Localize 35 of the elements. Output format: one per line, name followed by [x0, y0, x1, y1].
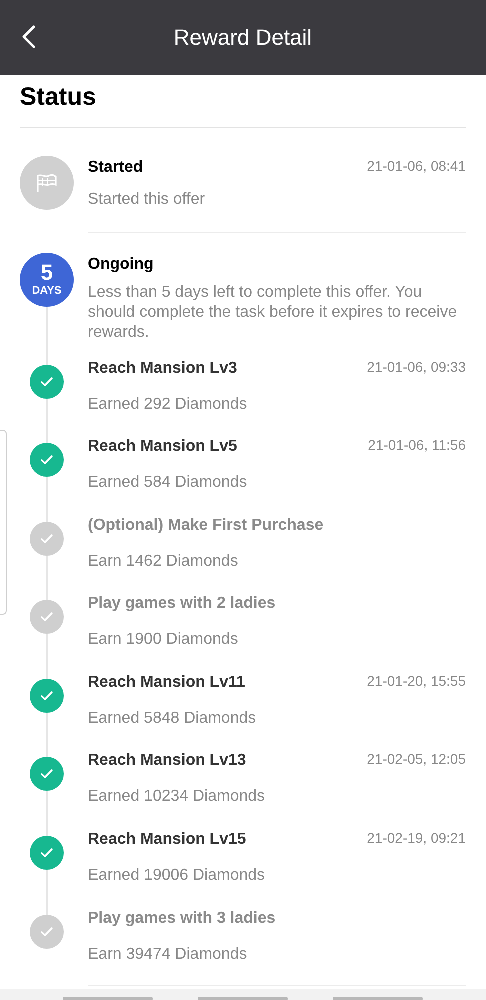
flag-icon: [20, 156, 74, 210]
step-title: Reach Mansion Lv15: [88, 830, 246, 850]
timestamp: 21-01-06, 09:33: [367, 358, 466, 376]
step-title: Reach Mansion Lv11: [88, 672, 246, 693]
reward-text: Earn 1462 Diamonds: [88, 552, 240, 572]
step-description: Less than 5 days left to complete this offer. You should complete the task before it expires to receive rewards.: [88, 282, 458, 342]
reward-text: Earned 584 Diamonds: [88, 473, 248, 494]
step-title: Play games with 2 ladies: [88, 594, 276, 614]
step-title: Started: [88, 158, 144, 178]
reward-text: Earn 1900 Diamonds: [88, 630, 240, 650]
nav-pill[interactable]: [198, 997, 288, 1000]
step-title: Reach Mansion Lv13: [88, 751, 246, 772]
timestamp: 21-01-06, 11:56: [368, 436, 466, 456]
days-number: 5: [40, 262, 54, 284]
nav-pill[interactable]: [333, 997, 424, 1000]
timestamp: 21-02-19, 09:21: [367, 829, 466, 848]
section-title: Status: [20, 82, 98, 113]
reward-text: Earned 5848 Diamonds: [88, 708, 258, 729]
days-unit: DAYS: [32, 286, 62, 297]
reward-text: Earned 292 Diamonds: [88, 394, 248, 414]
step-description: Started this offer: [88, 190, 206, 210]
step-title: Reach Mansion Lv5: [88, 437, 238, 458]
timestamp: 21-01-20, 15:55: [367, 672, 466, 691]
step-title: Ongoing: [88, 254, 155, 274]
step-title: Play games with 3 ladies: [88, 908, 276, 929]
back-icon[interactable]: [20, 24, 38, 50]
timestamp: 21-01-06, 08:41: [367, 156, 466, 176]
reward-text: Earn 39474 Diamonds: [88, 944, 248, 965]
step-title: Reach Mansion Lv3: [88, 358, 238, 378]
timestamp: 21-02-05, 12:05: [367, 750, 466, 770]
page-title: Reward Detail: [174, 24, 312, 52]
reward-text: Earned 19006 Diamonds: [88, 866, 266, 886]
nav-pill[interactable]: [62, 997, 153, 1000]
reward-text: Earned 10234 Diamonds: [88, 787, 266, 808]
step-title: (Optional) Make First Purchase: [88, 516, 324, 536]
